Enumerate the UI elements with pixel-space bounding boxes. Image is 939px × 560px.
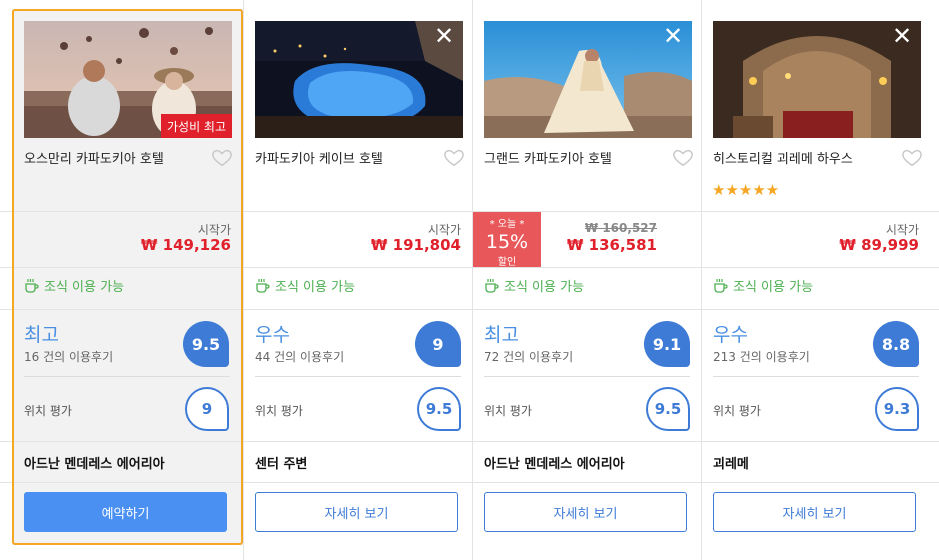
divider [24, 376, 230, 377]
hotel-photo[interactable]: ✕ [713, 21, 921, 138]
review-count[interactable]: 16 건의 이용후기 [24, 348, 113, 365]
breakfast-info: 조식 이용 가능 [484, 276, 584, 295]
breakfast-label: 조식 이용 가능 [733, 280, 814, 295]
hotel-column-1: 가성비 최고 오스만리 카파도키아 호텔 시작가 ₩ 149,126 조식 이용… [12, 0, 241, 560]
book-button[interactable]: 예약하기 [24, 492, 227, 532]
hotel-column-4: ✕ 히스토리컬 괴레메 하우스 ★★★★★ 시작가 ₩ 89,999 조식 이용… [701, 0, 930, 560]
location-score-badge: 9 [185, 387, 229, 431]
view-details-button[interactable]: 자세히 보기 [484, 492, 687, 532]
hotel-area: 센터 주변 [255, 457, 308, 472]
review-score-badge: 9 [415, 321, 461, 367]
breakfast-label: 조식 이용 가능 [44, 280, 125, 295]
hotel-area: 아드난 멘데레스 에어리아 [24, 457, 165, 472]
hotel-photo[interactable]: ✕ [255, 21, 463, 138]
hotel-area: 괴레메 [713, 457, 749, 472]
breakfast-label: 조식 이용 가능 [275, 280, 356, 295]
row-divider [0, 441, 939, 442]
hotel-column-2: ✕ 카파도키아 케이브 호텔 시작가 ₩ 191,804 조식 이용 가능 우수… [243, 0, 472, 560]
review-count[interactable]: 213 건의 이용후기 [713, 348, 810, 365]
view-details-button[interactable]: 자세히 보기 [255, 492, 458, 532]
divider [255, 376, 461, 377]
price: ₩ 89,999 [839, 236, 919, 254]
breakfast-info: 조식 이용 가능 [255, 276, 355, 295]
coffee-cup-icon [714, 278, 728, 293]
location-score-badge: 9.5 [646, 387, 690, 431]
close-icon[interactable]: ✕ [662, 24, 684, 48]
divider [484, 376, 690, 377]
review-score-badge: 8.8 [873, 321, 919, 367]
coffee-cup-icon [256, 278, 270, 293]
star-rating: ★★★★★ [712, 181, 780, 199]
location-score-badge: 9.5 [417, 387, 461, 431]
coffee-cup-icon [25, 278, 39, 293]
rating-word: 최고 [24, 324, 59, 346]
hotel-photo[interactable]: ✕ [484, 21, 692, 138]
price: ₩ 191,804 [370, 236, 461, 254]
coffee-cup-icon [485, 278, 499, 293]
hotel-area: 아드난 멘데레스 에어리아 [484, 457, 625, 472]
location-rating-label: 위치 평가 [255, 404, 303, 418]
review-score-badge: 9.5 [183, 321, 229, 367]
location-rating-label: 위치 평가 [484, 404, 532, 418]
hotel-photo[interactable]: 가성비 최고 [24, 21, 232, 138]
divider [713, 376, 919, 377]
breakfast-info: 조식 이용 가능 [24, 276, 124, 295]
rating-word: 최고 [484, 324, 519, 346]
location-score-badge: 9.3 [875, 387, 919, 431]
hotel-column-3: ✕ 그랜드 카파도키아 호텔 * 오늘 * 15% 할인 ₩ 160,527 ₩… [472, 0, 701, 560]
hotel-name[interactable]: 그랜드 카파도키아 호텔 [484, 148, 612, 167]
rating-word: 우수 [255, 324, 290, 346]
price: ₩ 136,581 [566, 236, 657, 254]
today-discount-badge: * 오늘 * 15% 할인 [473, 212, 541, 268]
rating-word: 우수 [713, 324, 748, 346]
heart-icon[interactable] [211, 146, 233, 168]
price: ₩ 149,126 [140, 236, 231, 254]
discount-percent: 15% [485, 231, 529, 253]
view-details-button[interactable]: 자세히 보기 [713, 492, 916, 532]
review-count[interactable]: 44 건의 이용후기 [255, 348, 344, 365]
discount-suffix: 할인 [497, 257, 517, 268]
row-divider [0, 482, 939, 483]
breakfast-info: 조식 이용 가능 [713, 276, 813, 295]
original-price: ₩ 160,527 [584, 221, 657, 235]
hotel-name[interactable]: 오스만리 카파도키아 호텔 [24, 148, 164, 167]
heart-icon[interactable] [672, 146, 694, 168]
hotel-name[interactable]: 히스토리컬 괴레메 하우스 [713, 148, 853, 167]
row-divider [0, 267, 939, 268]
close-icon[interactable]: ✕ [433, 24, 455, 48]
row-divider [0, 211, 939, 212]
close-icon[interactable]: ✕ [891, 24, 913, 48]
best-value-badge: 가성비 최고 [160, 114, 232, 138]
location-rating-label: 위치 평가 [24, 404, 72, 418]
review-count[interactable]: 72 건의 이용후기 [484, 348, 573, 365]
heart-icon[interactable] [443, 146, 465, 168]
discount-tag-label: * 오늘 * [489, 219, 525, 230]
review-score-badge: 9.1 [644, 321, 690, 367]
breakfast-label: 조식 이용 가능 [504, 280, 585, 295]
row-divider [0, 309, 939, 310]
heart-icon[interactable] [901, 146, 923, 168]
location-rating-label: 위치 평가 [713, 404, 761, 418]
hotel-name[interactable]: 카파도키아 케이브 호텔 [255, 148, 383, 167]
